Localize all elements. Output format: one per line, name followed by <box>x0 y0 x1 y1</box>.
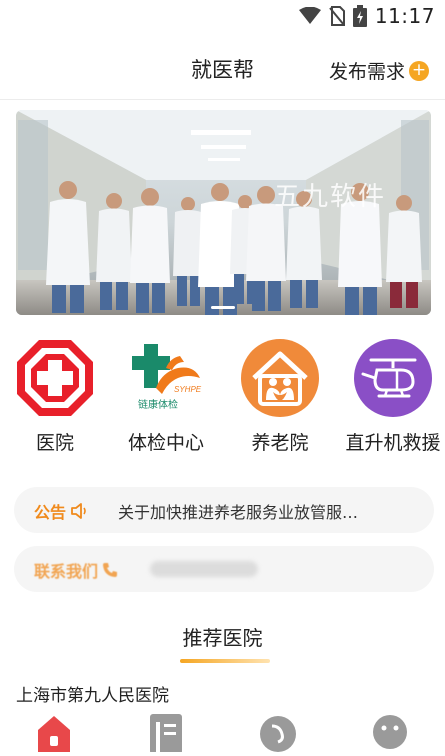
publish-request-button[interactable]: 发布需求 + <box>329 57 429 84</box>
category-health-center[interactable]: SYHPE 链康体检 体检中心 <box>118 338 214 455</box>
tab-service[interactable] <box>258 712 298 752</box>
category-label: 养老院 <box>251 432 309 454</box>
publish-request-label: 发布需求 <box>328 61 405 83</box>
app-header: 就医帮 发布需求 + <box>0 40 445 98</box>
speaker-icon <box>71 503 86 519</box>
contact-bar[interactable]: 联系我们 <box>14 546 434 592</box>
service-icon <box>260 716 296 752</box>
category-label: 医院 <box>35 432 74 454</box>
status-bar: 11:17 <box>0 0 445 36</box>
notice-tag-label: 公告 <box>34 503 67 522</box>
section-title-underline <box>180 659 270 663</box>
category-label: 体检中心 <box>127 432 204 454</box>
contact-phone-redacted <box>150 561 258 577</box>
contact-tag-label: 联系我们 <box>34 562 99 581</box>
bottom-tab-bar <box>0 710 445 754</box>
category-label: 直升机救援 <box>345 432 441 454</box>
profile-icon <box>373 715 407 749</box>
plus-icon: + <box>409 60 429 81</box>
notice-tag: 公告 <box>34 499 88 523</box>
health-checkup-logo-icon: SYHPE 链康体检 <box>126 338 206 418</box>
recommended-hospital-name[interactable]: 上海市第九人民医院 <box>16 681 169 706</box>
tab-articles[interactable] <box>146 712 186 754</box>
svg-text:SYHPE: SYHPE <box>174 385 202 394</box>
home-icon <box>38 716 70 752</box>
svg-text:链康体检: 链康体检 <box>138 398 178 411</box>
article-icon <box>150 714 182 754</box>
category-nursing-home[interactable]: 养老院 <box>238 338 322 455</box>
notice-bar[interactable]: 公告 关于加快推进养老服务业放管服… <box>14 487 434 533</box>
category-helicopter-rescue[interactable]: 直升机救援 <box>338 338 445 455</box>
category-hospital[interactable]: 医院 <box>14 338 96 455</box>
battery-charging-icon <box>352 5 367 27</box>
tab-profile[interactable] <box>370 712 410 752</box>
header-divider <box>0 99 445 100</box>
helicopter-icon <box>353 338 433 418</box>
notice-text: 关于加快推进养老服务业放管服… <box>118 503 359 522</box>
red-cross-icon <box>15 338 95 418</box>
banner-carousel[interactable]: 五九软件 <box>16 110 431 315</box>
no-sim-icon <box>329 6 345 26</box>
category-grid: 医院 SYHPE 链康体检 体检中心 养老院 直升机救援 <box>0 338 445 458</box>
status-icons: 11:17 <box>298 4 435 28</box>
phone-icon <box>103 563 118 577</box>
section-title: 推荐医院 <box>182 626 263 650</box>
tab-home[interactable] <box>34 712 74 752</box>
elderly-care-house-icon <box>240 338 320 418</box>
contact-tag: 联系我们 <box>34 558 118 582</box>
banner-watermark: 五九软件 <box>274 182 387 212</box>
wifi-icon <box>298 7 321 24</box>
status-time: 11:17 <box>374 4 435 28</box>
